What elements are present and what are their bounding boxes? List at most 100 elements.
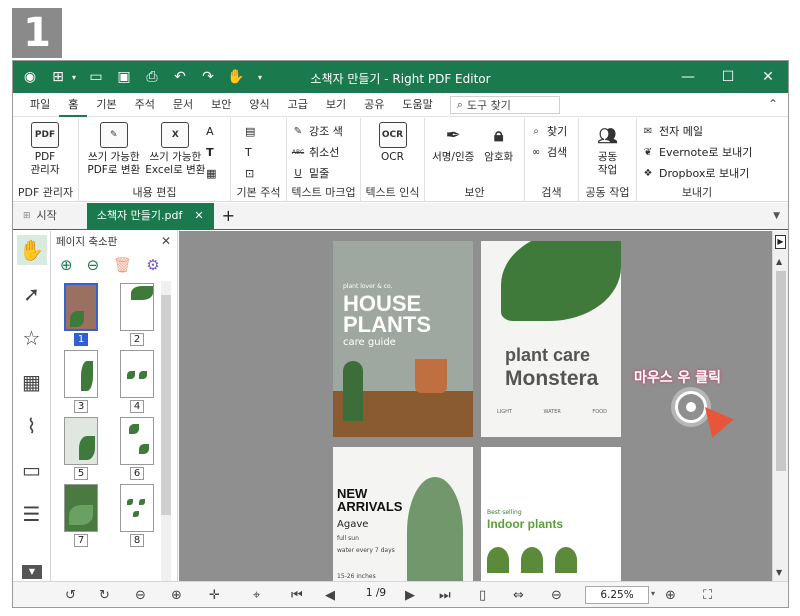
- first-page-icon[interactable]: ⏮: [291, 588, 303, 603]
- page-thumbnail[interactable]: 6: [114, 417, 160, 480]
- close-button[interactable]: ✕: [748, 61, 788, 93]
- scroll-thumb[interactable]: [776, 271, 786, 471]
- menu-tab-home[interactable]: 홈: [59, 93, 88, 117]
- comments-icon[interactable]: ▭: [17, 455, 47, 485]
- zoom-in-icon[interactable]: ⊕: [60, 256, 73, 274]
- menu-tab-comment[interactable]: 주석: [126, 93, 164, 117]
- menu-tab-help[interactable]: 도움말: [393, 93, 441, 117]
- page-thumbnails-icon[interactable]: ▦: [17, 367, 47, 397]
- page-3-new-arrivals[interactable]: NEW ARRIVALS Agave full sun water every …: [333, 447, 473, 581]
- fullscreen-icon[interactable]: ⛶: [703, 588, 712, 603]
- page-thumbnail[interactable]: 5: [58, 417, 104, 480]
- redo-icon[interactable]: ↷: [197, 66, 219, 88]
- dropdown-chevron-icon[interactable]: ▾: [69, 66, 79, 88]
- highlight-button[interactable]: ✎ 강조 색: [291, 122, 343, 140]
- menu-tab-view[interactable]: 보기: [317, 93, 355, 117]
- settings-gear-icon[interactable]: ⚙: [146, 256, 159, 274]
- ribbon-group-basic-comment: ▤ T ⊡ 기본 주석: [231, 118, 287, 202]
- lock-icon: 🔒︎: [493, 124, 504, 146]
- tab-list-chevron-icon[interactable]: ▼: [773, 211, 780, 221]
- tab-active-document[interactable]: 소책자 만들기.pdf ✕: [86, 203, 214, 229]
- save-icon[interactable]: ▣: [113, 66, 135, 88]
- menu-tab-basic[interactable]: 기본: [87, 93, 125, 117]
- next-page-icon[interactable]: ▶: [405, 588, 415, 603]
- last-page-icon[interactable]: ⏭: [439, 588, 451, 603]
- ocr-icon: OCR: [378, 122, 407, 148]
- page-thumbnail[interactable]: 1: [58, 283, 104, 346]
- thumbnail-scrollbar[interactable]: [161, 281, 171, 581]
- rotate-left-icon[interactable]: ↺: [65, 588, 76, 603]
- tab-start[interactable]: ⊞ 시작: [13, 203, 67, 229]
- menu-tab-file[interactable]: 파일: [21, 93, 59, 117]
- page-thumbnail[interactable]: 3: [58, 350, 104, 413]
- document-canvas[interactable]: plant lover & co. HOUSE PLANTS care guid…: [179, 231, 772, 581]
- select-arrow-icon[interactable]: ➚: [17, 279, 47, 309]
- close-tab-icon[interactable]: ✕: [194, 203, 203, 229]
- rotate-right-icon[interactable]: ↻: [99, 588, 110, 603]
- page-indicator[interactable]: 1 /9: [356, 587, 396, 599]
- app-logo-icon[interactable]: ◉: [19, 66, 41, 88]
- open-folder-icon[interactable]: ▭: [85, 66, 107, 88]
- zoom-level-field[interactable]: 6.25%: [585, 586, 649, 604]
- new-document-icon[interactable]: ⊞: [47, 66, 69, 88]
- previous-page-icon[interactable]: ◀: [325, 588, 335, 603]
- page-2-monstera[interactable]: plant care Monstera LIGHT WATER FOOD: [481, 241, 621, 437]
- quick-access-menu-icon[interactable]: ▾: [253, 66, 267, 88]
- dropbox-button[interactable]: ❖ Dropbox로 보내기: [641, 164, 752, 182]
- hand-tool-rail-icon[interactable]: ✋: [16, 235, 47, 265]
- strikeout-button[interactable]: ABC 취소선: [291, 143, 343, 161]
- scroll-up-icon[interactable]: ▲: [776, 257, 782, 266]
- menu-tab-share[interactable]: 공유: [355, 93, 393, 117]
- bookmark-icon[interactable]: ☆: [17, 323, 47, 353]
- scroll-down-icon[interactable]: ▼: [776, 568, 782, 577]
- add-tab-button[interactable]: +: [214, 203, 243, 229]
- image-edit-icon[interactable]: ▦: [206, 164, 226, 182]
- panel-toggle-arrow-icon[interactable]: ▶: [775, 235, 786, 249]
- page-thumbnail[interactable]: 8: [114, 484, 160, 547]
- menu-tab-advanced[interactable]: 고급: [279, 93, 317, 117]
- menu-tab-document[interactable]: 문서: [164, 93, 202, 117]
- text-icon[interactable]: T: [206, 143, 226, 161]
- search-button[interactable]: ∞ 검색: [529, 143, 567, 161]
- menu-tab-form[interactable]: 양식: [240, 93, 278, 117]
- layers-list-icon[interactable]: ☰: [17, 499, 47, 529]
- page-4-indoor-plants[interactable]: Best selling Indoor plants: [481, 447, 621, 581]
- vertical-scrollbar[interactable]: ▶ ▲ ▼: [772, 231, 788, 581]
- forward-arrow-icon[interactable]: ⊕: [171, 588, 182, 603]
- page-thumbnail[interactable]: 4: [114, 350, 160, 413]
- font-size-icon[interactable]: A: [206, 122, 226, 140]
- single-page-view-icon[interactable]: ▯: [479, 588, 486, 603]
- email-button[interactable]: ✉ 전자 메일: [641, 122, 752, 140]
- typewriter-icon[interactable]: T: [245, 143, 255, 161]
- page-thumbnail[interactable]: 7: [58, 484, 104, 547]
- textbox-icon[interactable]: ⊡: [245, 164, 255, 182]
- undo-icon[interactable]: ↶: [169, 66, 191, 88]
- close-panel-icon[interactable]: ✕: [161, 234, 171, 248]
- zoom-dropdown-chevron-icon[interactable]: ▾: [651, 589, 655, 598]
- zoom-out-icon[interactable]: ⊖: [87, 256, 100, 274]
- fit-page-icon[interactable]: ⌖: [253, 588, 260, 603]
- find-button[interactable]: ⌕ 찾기: [529, 122, 567, 140]
- delete-page-icon[interactable]: 🗑︎: [113, 256, 132, 274]
- maximize-button[interactable]: ☐: [708, 61, 748, 93]
- evernote-button[interactable]: ❦ Evernote로 보내기: [641, 143, 753, 161]
- back-arrow-icon[interactable]: ⊖: [135, 588, 146, 603]
- p3-palm-image: [407, 477, 463, 581]
- highlight-icon: ✎: [293, 125, 303, 137]
- rail-expand-icon[interactable]: ▼: [22, 565, 42, 579]
- underline-button[interactable]: U 밑줄: [291, 164, 343, 182]
- tool-search-field[interactable]: ⌕ 도구 찾기: [449, 95, 560, 114]
- print-icon[interactable]: ⎙: [141, 66, 163, 88]
- page-thumbnail[interactable]: 2: [114, 283, 160, 346]
- page-1-cover[interactable]: plant lover & co. HOUSE PLANTS care guid…: [333, 241, 473, 437]
- crosshair-icon[interactable]: ✛: [209, 588, 220, 603]
- minimize-button[interactable]: —: [668, 61, 708, 93]
- zoom-in-status-icon[interactable]: ⊕: [665, 588, 676, 603]
- attachment-icon[interactable]: ⌇: [17, 411, 47, 441]
- hand-tool-icon[interactable]: ✋: [225, 66, 247, 88]
- zoom-out-status-icon[interactable]: ⊖: [551, 588, 562, 603]
- fit-width-icon[interactable]: ⇔: [513, 588, 524, 603]
- note-icon[interactable]: ▤: [245, 122, 255, 140]
- collapse-ribbon-icon[interactable]: ⌃: [768, 97, 778, 111]
- menu-tab-security[interactable]: 보안: [202, 93, 240, 117]
